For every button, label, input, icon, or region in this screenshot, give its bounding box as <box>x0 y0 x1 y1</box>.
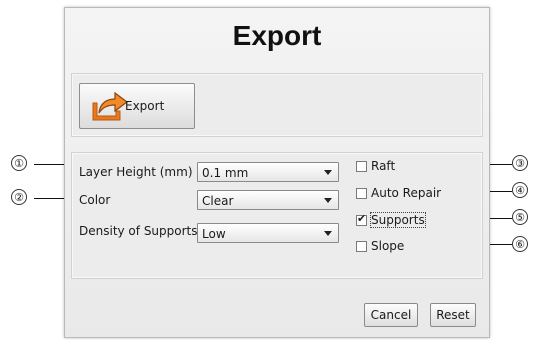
layer-height-select[interactable]: 0.1 mm <box>197 162 339 182</box>
export-button[interactable]: Export <box>79 83 195 129</box>
color-value: Clear <box>202 194 234 208</box>
chevron-down-icon <box>324 198 332 203</box>
cancel-button[interactable]: Cancel <box>364 303 418 327</box>
chevron-down-icon <box>324 170 332 175</box>
export-button-label: Export <box>125 99 165 113</box>
slope-label: Slope <box>371 239 405 253</box>
layer-height-label: Layer Height (mm) <box>79 165 193 179</box>
callout-1: ① <box>11 155 27 171</box>
raft-checkbox[interactable]: Raft <box>356 159 395 173</box>
export-dialog: Export Export Layer Height (mm) 0.1 mm C… <box>64 7 490 338</box>
raft-box[interactable] <box>356 160 367 172</box>
options-panel: Layer Height (mm) 0.1 mm Color Clear Den… <box>71 152 483 279</box>
density-value: Low <box>202 227 226 241</box>
auto-repair-checkbox[interactable]: Auto Repair <box>356 186 441 200</box>
color-select[interactable]: Clear <box>197 190 339 210</box>
auto-repair-box[interactable] <box>356 187 367 199</box>
export-panel: Export <box>71 73 483 137</box>
callout-4: ④ <box>512 182 528 198</box>
supports-checkbox[interactable]: ✔ Supports <box>356 211 426 228</box>
raft-label: Raft <box>371 159 396 173</box>
callout-5: ⑤ <box>512 209 528 225</box>
callout-2: ② <box>11 189 27 205</box>
density-label: Density of Supports <box>79 224 197 238</box>
chevron-down-icon <box>324 231 332 236</box>
layer-height-value: 0.1 mm <box>202 166 249 180</box>
auto-repair-label: Auto Repair <box>371 186 442 200</box>
callout-6: ⑥ <box>512 236 528 252</box>
slope-box[interactable] <box>356 240 367 252</box>
export-arrow-icon <box>92 91 128 121</box>
dialog-title: Export <box>232 20 322 51</box>
checkmark-icon: ✔ <box>357 211 367 225</box>
density-select[interactable]: Low <box>197 223 339 243</box>
slope-checkbox[interactable]: Slope <box>356 239 404 253</box>
color-label: Color <box>79 193 111 207</box>
supports-label: Supports <box>370 212 426 228</box>
supports-box[interactable]: ✔ <box>356 211 367 226</box>
callout-3: ③ <box>512 155 528 171</box>
reset-button[interactable]: Reset <box>430 303 476 327</box>
